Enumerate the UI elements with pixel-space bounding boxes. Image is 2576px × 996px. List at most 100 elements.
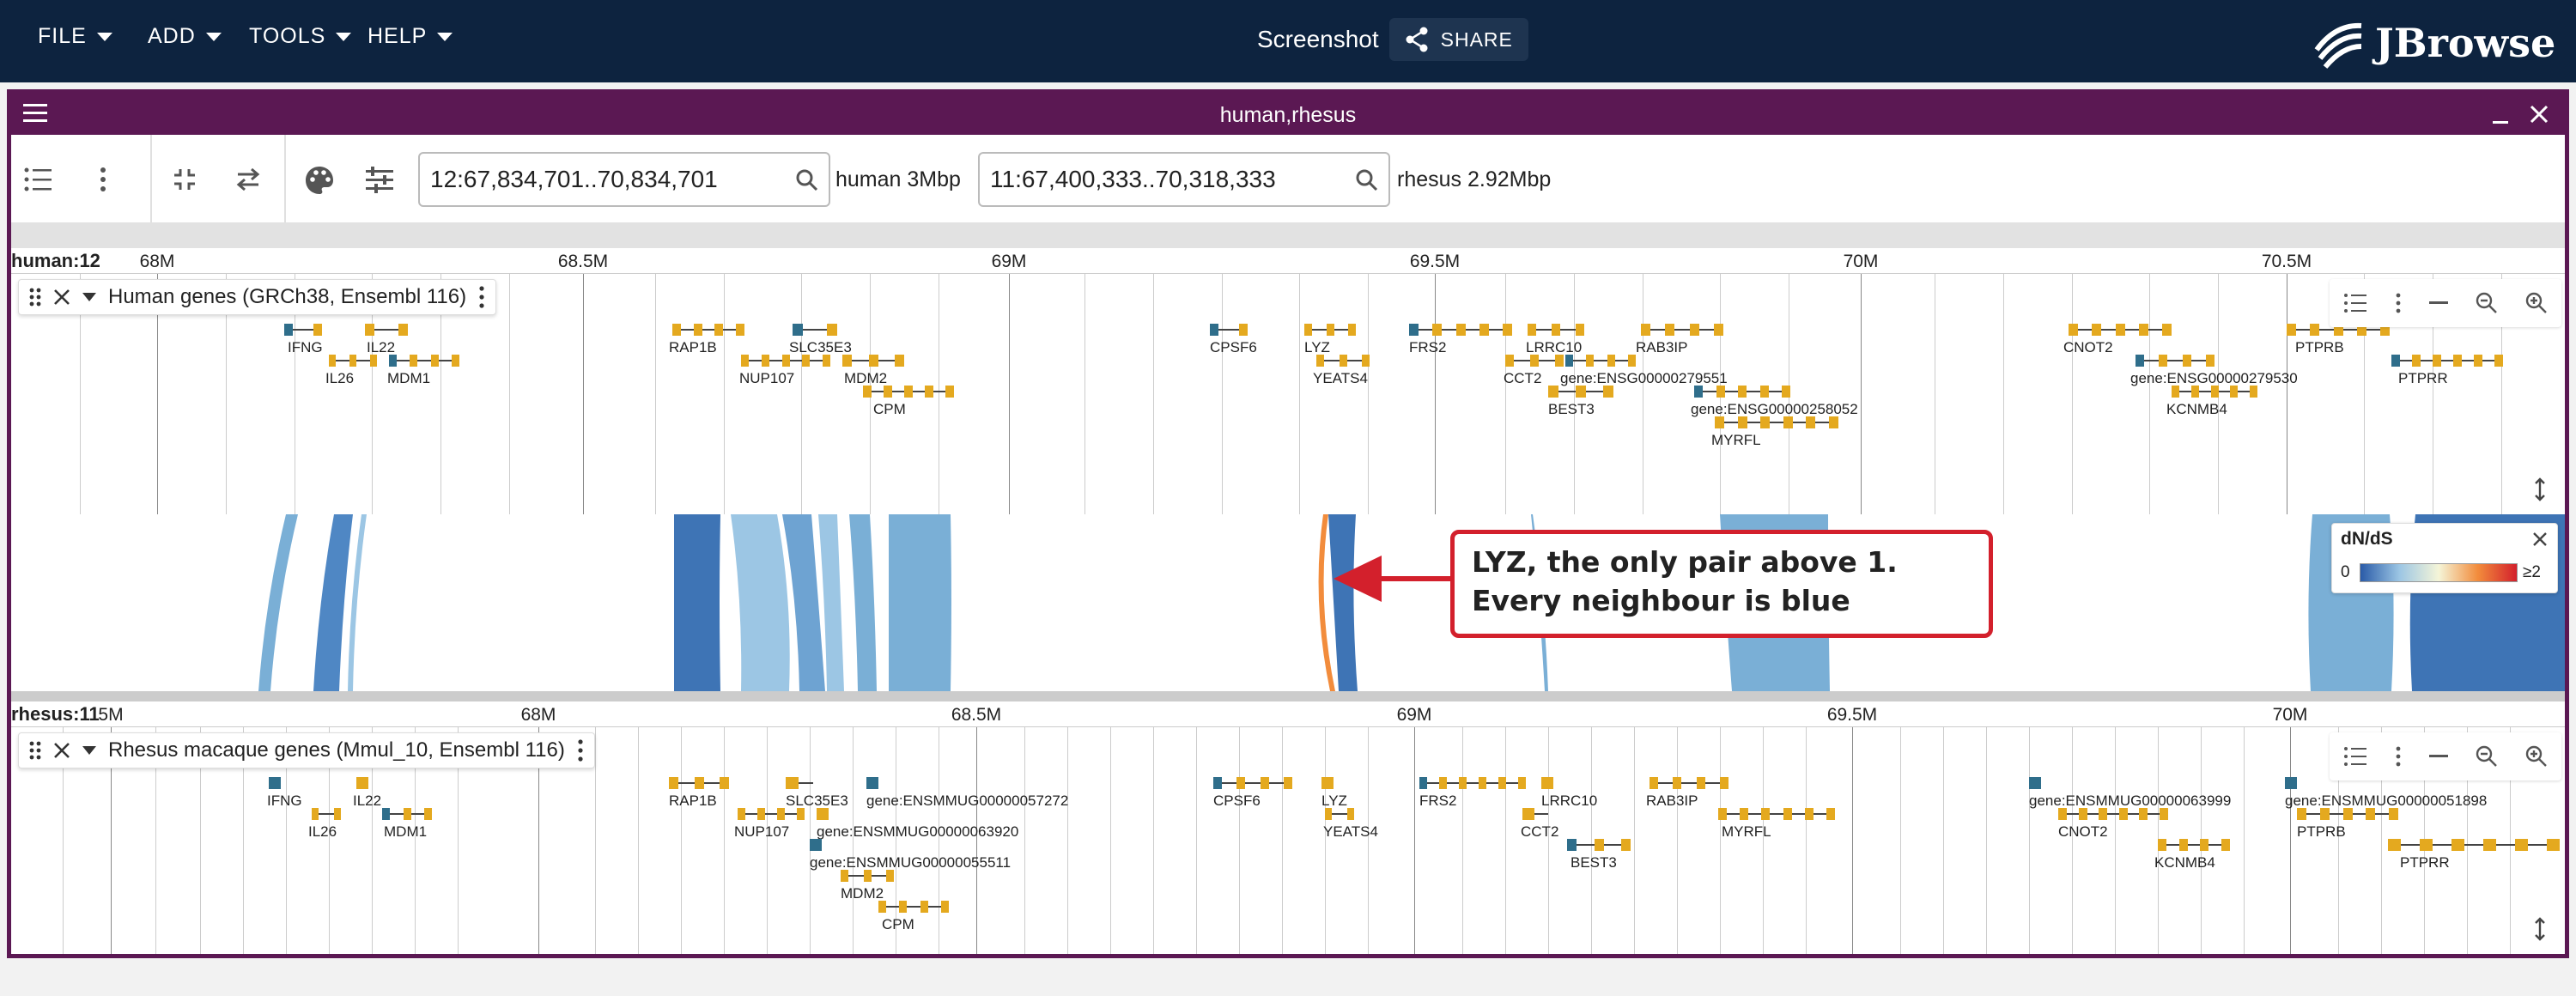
gene-exon xyxy=(2029,777,2041,790)
gene-feature[interactable] xyxy=(1316,355,1370,367)
gene-feature[interactable] xyxy=(1641,324,1723,337)
gene-feature[interactable] xyxy=(382,808,432,821)
grid-line xyxy=(1222,274,1223,514)
menu-help[interactable]: HELP xyxy=(368,24,453,49)
close-icon[interactable] xyxy=(2529,104,2549,125)
gene-exon xyxy=(757,808,765,821)
gene-feature[interactable] xyxy=(269,777,281,790)
menu-add[interactable]: ADD xyxy=(148,24,222,49)
gene-feature[interactable] xyxy=(817,808,829,821)
zoom-out-icon[interactable] xyxy=(2476,745,2498,768)
gene-intron-line xyxy=(1718,813,1835,816)
gene-feature[interactable] xyxy=(2388,839,2560,852)
close-track-icon[interactable] xyxy=(53,288,70,306)
gene-feature[interactable] xyxy=(1715,416,1838,429)
gene-feature[interactable] xyxy=(863,386,954,398)
gene-feature[interactable] xyxy=(2158,839,2230,852)
drag-handle-icon[interactable] xyxy=(29,741,41,760)
minimize-icon[interactable] xyxy=(2491,109,2510,126)
remove-icon[interactable] xyxy=(2429,301,2448,305)
gene-feature[interactable] xyxy=(284,324,322,337)
search-icon[interactable] xyxy=(1356,169,1378,191)
gene-feature[interactable] xyxy=(1419,777,1526,790)
settings-button[interactable] xyxy=(363,164,396,197)
remove-icon[interactable] xyxy=(2429,755,2448,758)
gene-feature[interactable] xyxy=(1304,324,1356,337)
gene-feature[interactable] xyxy=(878,901,949,914)
gene-feature[interactable] xyxy=(2297,808,2398,821)
gene-feature[interactable] xyxy=(312,808,341,821)
gene-feature[interactable] xyxy=(365,324,408,337)
gene-feature[interactable] xyxy=(2136,355,2215,367)
gene-feature[interactable] xyxy=(786,777,813,790)
gene-feature[interactable] xyxy=(741,355,830,367)
resize-height-icon[interactable] xyxy=(2527,916,2553,942)
gene-feature[interactable] xyxy=(1567,839,1631,852)
human-location-input[interactable]: 12:67,834,701..70,834,701 xyxy=(418,152,830,207)
gene-feature[interactable] xyxy=(1522,808,1548,821)
gene-feature[interactable] xyxy=(1565,355,1636,367)
gene-label: gene:ENSG00000279530 xyxy=(2130,370,2298,387)
gene-feature[interactable] xyxy=(810,839,822,852)
gene-feature[interactable] xyxy=(1210,324,1248,337)
zoom-in-icon[interactable] xyxy=(2525,292,2548,314)
gene-feature[interactable] xyxy=(2029,777,2041,790)
resize-height-icon[interactable] xyxy=(2527,477,2553,502)
gene-feature[interactable] xyxy=(842,355,904,367)
menu-file[interactable]: FILE xyxy=(38,24,112,49)
rhesus-location-input[interactable]: 11:67,400,333..70,318,333 xyxy=(978,152,1390,207)
gene-feature[interactable] xyxy=(1325,808,1354,821)
gene-feature[interactable] xyxy=(669,777,729,790)
close-track-icon[interactable] xyxy=(53,742,70,759)
grid-line xyxy=(1852,727,1853,954)
share-button[interactable]: SHARE xyxy=(1388,18,1528,61)
zoom-in-icon[interactable] xyxy=(2525,745,2548,768)
more-vert-icon[interactable] xyxy=(2395,746,2402,767)
gene-feature[interactable] xyxy=(2285,777,2297,790)
track-menu-icon[interactable] xyxy=(478,286,485,308)
gene-feature[interactable] xyxy=(1505,355,1564,367)
gene-feature[interactable] xyxy=(672,324,744,337)
gene-feature[interactable] xyxy=(1321,777,1334,790)
legend-close-icon[interactable] xyxy=(2531,531,2549,548)
zoom-out-icon[interactable] xyxy=(2476,292,2498,314)
gene-feature[interactable] xyxy=(738,808,805,821)
color-button[interactable] xyxy=(303,164,336,197)
gene-feature[interactable] xyxy=(2058,808,2168,821)
list-icon[interactable] xyxy=(2343,746,2367,767)
gene-feature[interactable] xyxy=(389,355,459,367)
gene-feature[interactable] xyxy=(329,355,377,367)
gene-feature[interactable] xyxy=(356,777,368,790)
gene-feature[interactable] xyxy=(793,324,837,337)
swap-button[interactable] xyxy=(233,164,264,195)
gene-feature[interactable] xyxy=(1718,808,1835,821)
more-vert-icon xyxy=(100,167,106,191)
gene-feature[interactable] xyxy=(1541,777,1553,790)
search-icon[interactable] xyxy=(796,169,818,191)
gene-feature[interactable] xyxy=(841,870,894,883)
gene-feature[interactable] xyxy=(2172,386,2257,398)
gene-feature[interactable] xyxy=(1213,777,1292,790)
gene-feature[interactable] xyxy=(866,777,878,790)
gene-feature[interactable] xyxy=(2069,324,2172,337)
collapse-caret-icon[interactable] xyxy=(82,745,96,756)
view-menu-button[interactable] xyxy=(90,164,116,195)
menu-tools[interactable]: TOOLS xyxy=(249,24,352,49)
menu-add-label: ADD xyxy=(148,24,196,48)
gene-feature[interactable] xyxy=(2391,355,2503,367)
gene-feature[interactable] xyxy=(1528,324,1584,337)
drag-handle-icon[interactable] xyxy=(29,288,41,307)
panel-divider[interactable] xyxy=(11,691,2565,701)
gene-feature[interactable] xyxy=(1649,777,1728,790)
more-vert-icon[interactable] xyxy=(2395,293,2402,313)
gene-feature[interactable] xyxy=(1694,386,1790,398)
gene-feature[interactable] xyxy=(1548,386,1613,398)
collapse-caret-icon[interactable] xyxy=(82,292,96,302)
track-selector-button[interactable] xyxy=(23,164,54,195)
gene-feature[interactable] xyxy=(1409,324,1512,337)
grid-line xyxy=(1153,727,1154,954)
squish-button[interactable] xyxy=(169,164,200,195)
track-menu-icon[interactable] xyxy=(577,739,584,762)
gene-label: PTPRR xyxy=(2398,370,2448,387)
list-icon[interactable] xyxy=(2343,293,2367,313)
